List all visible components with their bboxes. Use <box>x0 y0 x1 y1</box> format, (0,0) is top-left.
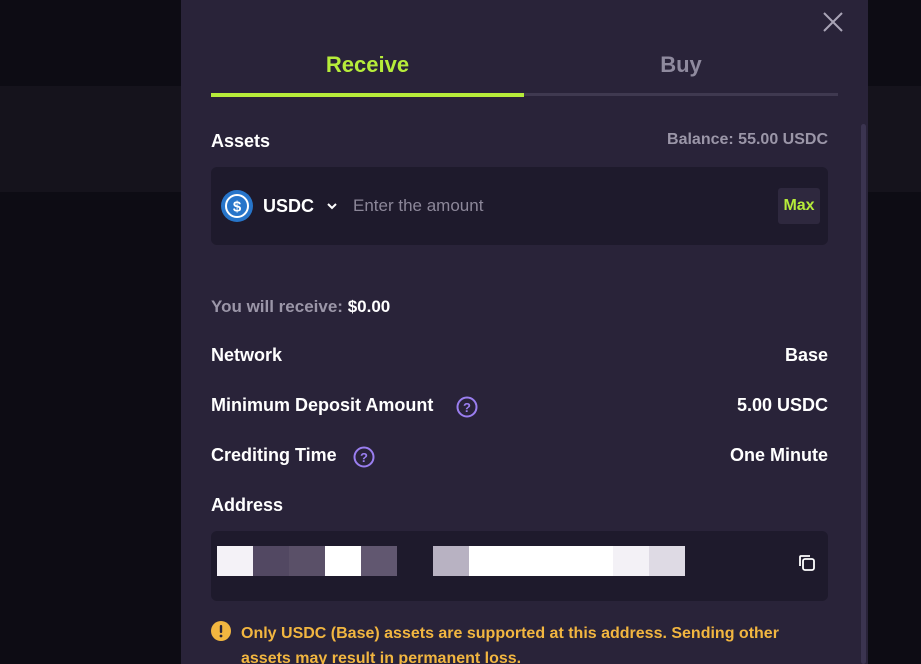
usdc-dollar-icon: $ <box>221 190 253 222</box>
min-deposit-value: 5.00 USDC <box>736 395 828 415</box>
help-icon[interactable]: ? <box>456 396 478 418</box>
balance-text: Balance: 55.00 USDC <box>667 131 828 148</box>
chevron-down-icon[interactable] <box>326 201 338 211</box>
copy-icon[interactable] <box>796 552 818 574</box>
receive-prefix: You will receive: <box>211 297 343 316</box>
tab-buy[interactable]: Buy <box>524 48 838 94</box>
assets-title: Assets <box>211 131 271 151</box>
help-icon[interactable]: ? <box>353 446 375 468</box>
crediting-time-value: One Minute <box>730 445 828 465</box>
svg-text:$: $ <box>233 199 242 216</box>
scrollbar[interactable] <box>861 124 866 664</box>
tab-receive[interactable]: Receive <box>211 48 524 94</box>
crediting-time-label: Crediting Time <box>211 445 337 465</box>
amount-input-box: $ USDC Max <box>211 167 828 245</box>
network-value: Base <box>784 345 828 365</box>
warning-text: Only USDC (Base) assets are supported at… <box>241 625 779 664</box>
address-field <box>211 531 828 601</box>
tab-active-indicator <box>211 93 524 97</box>
coin-selector-label[interactable]: USDC <box>263 196 314 217</box>
tab-bar: Receive Buy <box>211 48 838 98</box>
close-icon[interactable] <box>821 10 845 34</box>
network-label: Network <box>211 345 283 365</box>
receive-summary: You will receive: $0.00 <box>211 297 390 317</box>
receive-modal: Receive Buy Assets Balance: 55.00 USDC $… <box>181 0 868 664</box>
svg-text:?: ? <box>360 450 368 465</box>
min-deposit-label: Minimum Deposit Amount <box>211 395 434 415</box>
receive-amount: $0.00 <box>347 297 391 316</box>
max-button[interactable]: Max <box>778 188 820 224</box>
svg-text:?: ? <box>463 400 471 415</box>
address-title: Address <box>211 495 284 515</box>
amount-input[interactable] <box>353 191 753 221</box>
warning-icon <box>211 621 231 641</box>
